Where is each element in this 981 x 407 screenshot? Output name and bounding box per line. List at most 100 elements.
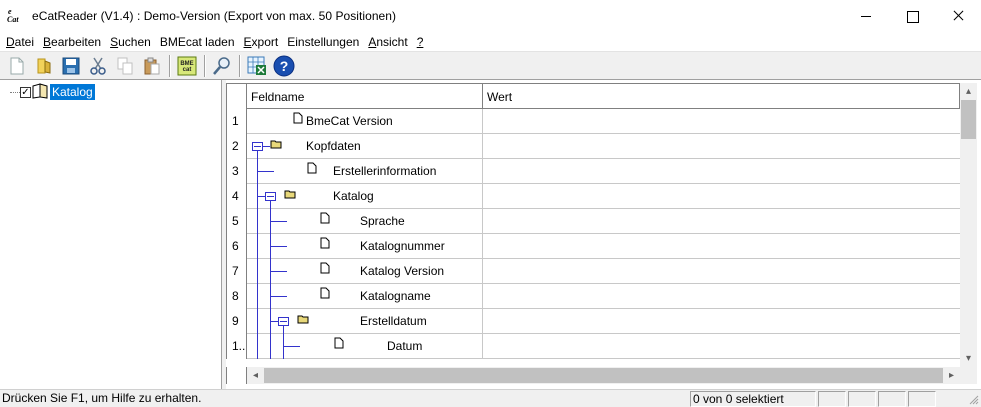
menu-accel: B [43, 34, 52, 49]
table-row[interactable]: 4 Katalog [226, 184, 960, 209]
svg-text:?: ? [279, 58, 288, 74]
menu-datei[interactable]: Datei [0, 35, 37, 49]
paste-button[interactable] [139, 54, 164, 78]
open-button[interactable] [31, 54, 56, 78]
table-row[interactable]: 2 Kopfdaten [226, 134, 960, 159]
close-button[interactable] [935, 0, 981, 32]
table-row[interactable]: 3 Erstellerinformation [226, 159, 960, 184]
search-button[interactable] [209, 54, 234, 78]
minimize-button[interactable] [843, 0, 889, 32]
menu-label: xport [251, 34, 279, 49]
table-row[interactable]: 5 Sprache [226, 209, 960, 234]
scroll-up-icon[interactable]: ▴ [960, 83, 977, 100]
menu-accel: ? [416, 34, 424, 49]
cell-wert[interactable] [483, 334, 960, 359]
menu-bearbeiten[interactable]: Bearbeiten [37, 35, 104, 49]
cell-wert[interactable] [483, 259, 960, 284]
save-button[interactable] [58, 54, 83, 78]
toolbar-separator [239, 54, 241, 77]
new-document-icon [10, 57, 23, 74]
tree-line [270, 321, 278, 322]
document-icon [320, 212, 330, 224]
cell-feldname[interactable]: BmeCat Version [247, 109, 483, 134]
bmecat-load-button[interactable]: BME cat [174, 54, 199, 78]
cell-wert[interactable] [483, 209, 960, 234]
book-icon [32, 83, 48, 99]
cell-wert[interactable] [483, 159, 960, 184]
help-button[interactable]: ? [271, 54, 296, 78]
tree-item-katalog[interactable]: Katalog [50, 84, 95, 100]
cell-wert[interactable] [483, 184, 960, 209]
menu-help[interactable]: ? [411, 35, 427, 49]
table-row[interactable]: 1 BmeCat Version [226, 109, 960, 134]
field-label: Erstellerinformation [333, 164, 437, 178]
scroll-right-icon[interactable]: ▸ [943, 367, 960, 384]
cell-feldname[interactable]: Katalognummer [247, 234, 483, 259]
menu-bmecat-laden[interactable]: BMEcat laden [154, 35, 238, 49]
field-label: Datum [387, 339, 423, 353]
cell-feldname[interactable]: Kopfdaten [247, 134, 483, 159]
table-row[interactable]: 1.. Datum [226, 334, 960, 359]
cell-wert[interactable] [483, 109, 960, 134]
horizontal-scroll-thumb[interactable] [264, 368, 943, 383]
catalog-tree[interactable]: ✓ Katalog [0, 80, 222, 389]
column-header-feldname[interactable]: Feldname [247, 83, 483, 109]
menu-accel: E [243, 34, 252, 49]
cell-wert[interactable] [483, 309, 960, 334]
cell-feldname[interactable]: Erstellerinformation [247, 159, 483, 184]
grid-corner[interactable] [226, 83, 247, 109]
menu-accel: D [6, 34, 15, 49]
table-row[interactable]: 7 Katalog Version [226, 259, 960, 284]
cell-feldname[interactable]: Datum [247, 334, 483, 359]
status-panel [818, 391, 846, 407]
cell-feldname[interactable]: Sprache [247, 209, 483, 234]
menu-export[interactable]: Export [238, 35, 282, 49]
cell-feldname[interactable]: Katalogname [247, 284, 483, 309]
field-label: Erstelldatum [360, 314, 427, 328]
export-excel-button[interactable] [244, 54, 269, 78]
maximize-button[interactable] [889, 0, 935, 32]
horizontal-scrollbar[interactable]: ◂ ▸ [247, 367, 960, 384]
selection-count: 0 von 0 selektiert [690, 391, 816, 407]
resize-grip-icon[interactable] [969, 395, 979, 405]
document-icon [293, 112, 303, 124]
menu-suchen[interactable]: Suchen [104, 35, 154, 49]
cut-button[interactable] [85, 54, 110, 78]
app-icon[interactable]: e Cat [7, 7, 25, 25]
cell-wert[interactable] [483, 234, 960, 259]
collapse-toggle[interactable] [252, 142, 263, 151]
scroll-left-icon[interactable]: ◂ [247, 367, 264, 384]
cell-feldname[interactable]: Katalog Version [247, 259, 483, 284]
menu-ansicht[interactable]: Ansicht [362, 35, 410, 49]
app-icon-bottom-text: Cat [7, 15, 19, 24]
new-document-button[interactable] [4, 54, 29, 78]
status-panel [908, 391, 936, 407]
menu-einstellungen[interactable]: Einstellungen [281, 35, 362, 49]
collapse-toggle[interactable] [265, 192, 276, 201]
table-row[interactable]: 9 Erstelldatum [226, 309, 960, 334]
status-panel [848, 391, 876, 407]
tree-checkbox[interactable]: ✓ [20, 87, 31, 98]
vertical-scroll-thumb[interactable] [961, 100, 976, 139]
copy-button[interactable] [112, 54, 137, 78]
table-row[interactable]: 6 Katalognummer [226, 234, 960, 259]
cell-wert[interactable] [483, 284, 960, 309]
search-icon [212, 56, 230, 75]
open-folder-icon [37, 58, 50, 74]
cell-wert[interactable] [483, 134, 960, 159]
window-title: eCatReader (V1.4) : Demo-Version (Export… [32, 9, 397, 23]
collapse-toggle[interactable] [278, 317, 289, 326]
tree-line [263, 146, 270, 147]
vertical-scrollbar[interactable]: ▴ ▾ [960, 83, 977, 367]
table-row[interactable]: 8 Katalogname [226, 284, 960, 309]
toolbar-separator [169, 54, 171, 77]
row-number: 4 [226, 184, 247, 209]
field-label: Kopfdaten [306, 139, 361, 153]
column-header-wert[interactable]: Wert [483, 83, 960, 109]
cell-feldname[interactable]: Katalog [247, 184, 483, 209]
cell-feldname[interactable]: Erstelldatum [247, 309, 483, 334]
menu-label: nsicht [376, 34, 408, 49]
row-number: 2 [226, 134, 247, 159]
toolbar: BME cat ? [0, 51, 981, 80]
scroll-down-icon[interactable]: ▾ [960, 350, 977, 367]
